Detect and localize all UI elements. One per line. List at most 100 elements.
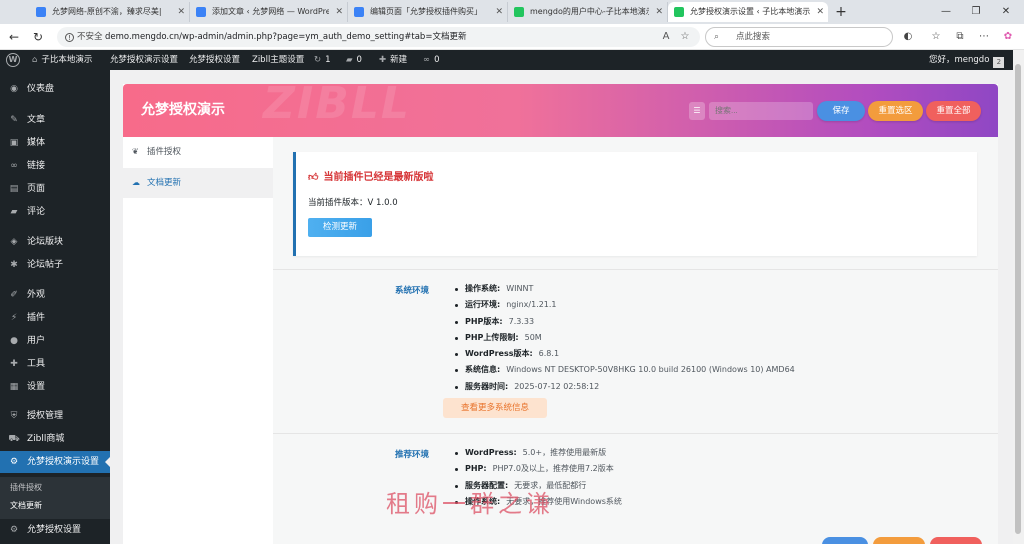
recommend-env-section: 推荐环境 WordPress: 5.0+，推荐使用最新版 PHP: PHP7.0及以上… <box>273 445 998 525</box>
submenu-item-doc-update[interactable]: 文档更新 <box>10 499 42 513</box>
submenu-item-plugin-auth[interactable]: 插件授权 <box>10 481 42 495</box>
sidebar-item[interactable]: ◉ 仪表盘 <box>0 78 110 100</box>
sidebar-item[interactable]: ⛨ 授权管理 <box>0 405 110 427</box>
sidebar-item[interactable]: ✱ 论坛帖子 <box>0 254 110 276</box>
close-icon[interactable]: ✕ <box>177 2 185 22</box>
browser-tab[interactable]: 添加文章 ‹ 允梦网络 — WordPress ✕ <box>190 2 348 22</box>
favorites-icon[interactable]: ☆ <box>928 29 944 45</box>
wordpress-logo-icon[interactable]: W <box>6 53 20 67</box>
options-search-input[interactable] <box>709 102 813 120</box>
info-key: 系统信息: <box>465 365 501 375</box>
sidebar-item-label: 外观 <box>27 290 46 300</box>
sidebar-item[interactable]: ✎ 文章 <box>0 109 110 131</box>
pin-icon: ✎ <box>10 115 18 125</box>
admin-bar-comments[interactable]: ▰ 0 <box>346 50 362 70</box>
close-icon[interactable]: ✕ <box>495 2 503 22</box>
tab-doc-update[interactable]: ☁ 文档更新 <box>123 168 273 198</box>
collections-icon[interactable]: ⧉ <box>952 29 968 45</box>
admin-bar-item[interactable]: 允梦授权演示设置 <box>110 50 178 70</box>
address-bar[interactable]: ! 不安全 demo.mengdo.cn/wp-admin/admin.php?p… <box>57 27 700 47</box>
panel-header: ZIBLL 允梦授权演示 ☰ 保存 重置选区 重置全部 <box>123 84 998 137</box>
sidebar-item[interactable]: ▤ 页面 <box>0 178 110 200</box>
list-item: 服务器时间: 2025-07-12 02:58:12 <box>453 379 795 395</box>
reload-icon[interactable]: ↻ <box>30 29 46 45</box>
wp-admin-bar: W ⌂ 子比本地演示 允梦授权演示设置 允梦授权设置 Zibll主题设置 ↻ 1 ▰… <box>0 50 1013 70</box>
admin-bar-item[interactable]: Zibll主题设置 <box>252 50 304 70</box>
sidebar-item[interactable]: ∞ 链接 <box>0 155 110 177</box>
site-favicon-icon <box>674 7 684 17</box>
favorite-star-icon[interactable]: ☆ <box>677 29 693 45</box>
site-favicon-icon <box>514 7 524 17</box>
browser-tab[interactable]: mengdo的用户中心-子比本地演示 ✕ <box>508 2 668 22</box>
back-arrow-icon[interactable]: ← <box>6 29 22 45</box>
scrollbar-thumb[interactable] <box>1015 64 1021 534</box>
settings-icon: ▦ <box>9 382 19 392</box>
browser-tab[interactable]: 允梦网络-原创不渝，臻求尽美| ✕ <box>30 2 190 22</box>
check-update-button[interactable]: 检测更新 <box>308 218 372 237</box>
browser-search-box[interactable]: ⌕ 点此搜索 <box>705 27 893 47</box>
minimize-button[interactable]: — <box>938 4 954 20</box>
sidebar-item[interactable]: ◈ 论坛版块 <box>0 231 110 253</box>
save-button[interactable]: 保存 <box>817 101 865 121</box>
dashboard-icon: ◉ <box>10 84 18 94</box>
gear-icon: ⚙ <box>9 525 19 535</box>
info-value: WINNT <box>506 284 534 293</box>
warning-icon: ! <box>65 33 74 42</box>
sidebar-item[interactable]: ⚙ 允梦授权设置 <box>0 519 110 541</box>
sidebar-item[interactable]: ⚡ 插件 <box>0 307 110 329</box>
sidebar-item[interactable]: ▣ 媒体 <box>0 132 110 154</box>
page-scrollbar[interactable] <box>1013 50 1024 544</box>
list-item: 操作系统: WINNT <box>453 281 795 297</box>
sidebar-item[interactable]: ● 用户 <box>0 330 110 352</box>
tab-plugin-auth[interactable]: ❦ 插件授权 <box>123 137 273 167</box>
admin-bar-account[interactable]: 您好，mengdo 2 <box>929 50 1005 70</box>
reset-section-button-bottom[interactable] <box>873 537 925 544</box>
sidebar-item[interactable]: ▦ 设置 <box>0 376 110 398</box>
admin-bar-new[interactable]: ✚ 新建 <box>379 50 407 70</box>
sidebar-item-label: 仪表盘 <box>27 84 55 94</box>
reset-section-button[interactable]: 重置选区 <box>868 101 923 121</box>
overlay-text: 租购一群之谦 <box>386 490 554 518</box>
site-favicon-icon <box>36 7 46 17</box>
admin-bar-site[interactable]: ⌂ 子比本地演示 <box>32 50 92 70</box>
plugin-version: 当前插件版本：V 1.0.0 <box>308 196 398 208</box>
copilot-icon[interactable]: ✿ <box>1000 29 1016 45</box>
close-window-button[interactable]: ✕ <box>998 4 1014 20</box>
reset-all-button[interactable]: 重置全部 <box>926 101 981 121</box>
sidebar-item[interactable]: ▰ 评论 <box>0 201 110 223</box>
sidebar-item-label: 链接 <box>27 161 46 171</box>
security-indicator[interactable]: ! 不安全 <box>65 27 103 47</box>
list-icon[interactable]: ☰ <box>689 102 705 120</box>
admin-bar-links[interactable]: ∞ 0 <box>423 50 440 70</box>
extension-icon[interactable]: ◐ <box>900 29 916 45</box>
browser-tab[interactable]: 编辑页面「允梦授权插件购买」 ✕ <box>348 2 508 22</box>
gear-icon: ⚙ <box>9 457 19 467</box>
admin-bar-updates[interactable]: ↻ 1 <box>314 50 331 70</box>
sidebar-item-label: Zibll商城 <box>27 434 65 444</box>
system-env-list: 操作系统: WINNT 运行环境: nginx/1.21.1 PHP版本: 7.3.33 P… <box>453 281 795 395</box>
sidebar-item[interactable]: ✚ 工具 <box>0 353 110 375</box>
more-system-info-button[interactable]: 查看更多系统信息 <box>443 398 547 418</box>
new-tab-button[interactable]: + <box>832 3 850 21</box>
more-options-icon[interactable]: ⋯ <box>976 29 992 45</box>
close-icon[interactable]: ✕ <box>335 2 343 22</box>
close-icon[interactable]: ✕ <box>655 2 663 22</box>
sidebar-item[interactable]: ⛟ Zibll商城 <box>0 428 110 450</box>
browser-tab-active[interactable]: 允梦授权演示设置 ‹ 子比本地演示 ✕ <box>668 2 828 22</box>
admin-bar-item[interactable]: 允梦授权设置 <box>189 50 240 70</box>
list-item: WordPress版本: 6.8.1 <box>453 346 795 362</box>
save-button-bottom[interactable] <box>822 537 868 544</box>
close-icon[interactable]: ✕ <box>816 2 824 22</box>
security-label: 不安全 <box>77 32 103 42</box>
section-label: 系统环境 <box>395 286 430 296</box>
reset-all-button-bottom[interactable] <box>930 537 982 544</box>
maximize-button[interactable]: ❐ <box>968 4 984 20</box>
sidebar-item[interactable]: ⚙ 允梦授权演示设置 <box>0 451 110 473</box>
url-text[interactable]: demo.mengdo.cn/wp-admin/admin.php?page=y… <box>105 27 466 47</box>
site-favicon-icon <box>196 7 206 17</box>
header-watermark: ZIBLL <box>263 84 411 129</box>
read-aloud-icon[interactable]: A <box>658 29 674 45</box>
sidebar-item[interactable]: ✐ 外观 <box>0 284 110 306</box>
tab-label: 文档更新 <box>147 178 182 188</box>
sidebar-item-label: 允梦授权演示设置 <box>27 457 100 467</box>
